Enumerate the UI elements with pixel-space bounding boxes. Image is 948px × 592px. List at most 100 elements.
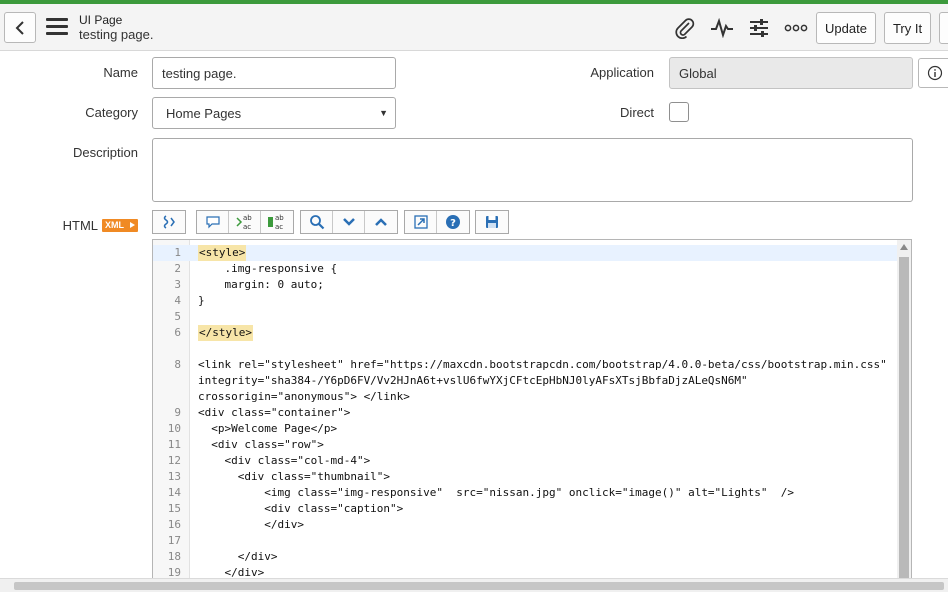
previous-icon[interactable] [365, 211, 397, 233]
code-text: margin: 0 auto; [198, 278, 324, 291]
line-number: 5 [174, 310, 181, 323]
line-number: 6 [174, 326, 181, 339]
code-line[interactable]: crossorigin="anonymous"> </link> [153, 389, 898, 405]
code-text: } [198, 294, 205, 307]
back-button[interactable] [4, 12, 36, 43]
line-number: 15 [167, 502, 181, 515]
save-icon[interactable] [476, 211, 508, 233]
info-icon [927, 65, 943, 81]
code-line[interactable]: 13 <div class="thumbnail"> [153, 469, 898, 485]
line-number: 17 [167, 534, 181, 547]
html-code-editor[interactable]: 1 <style> 2 .img-responsive {3 margin: 0 a… [152, 239, 912, 584]
code-line[interactable]: 6 </style> [153, 325, 898, 341]
code-text: </style> [198, 325, 253, 341]
code-line[interactable]: 4} [153, 293, 898, 309]
line-number: 10 [167, 422, 181, 435]
line-number: 1 [174, 246, 181, 259]
code-line[interactable]: 11 <div class="row"> [153, 437, 898, 453]
scroll-up-icon[interactable] [900, 244, 908, 250]
code-line[interactable]: 3 margin: 0 auto; [153, 277, 898, 293]
line-number: 12 [167, 454, 181, 467]
line-number: 13 [167, 470, 181, 483]
code-text: <div class="row"> [198, 438, 324, 451]
application-field: Global [669, 57, 913, 89]
line-number: 14 [167, 486, 181, 499]
more-icon[interactable] [783, 16, 809, 40]
format-code-icon[interactable] [153, 211, 185, 233]
description-label: Description [72, 145, 138, 160]
record-type-label: UI Page [79, 13, 123, 27]
category-select[interactable]: Home Pages ▼ [152, 97, 396, 129]
toolbar-group-edit: ab ac ab ac [196, 210, 294, 234]
code-line[interactable]: integrity="sha384-/Y6pD6FV/Vv2HJnA6t+vsl… [153, 373, 898, 389]
chevron-down-icon: ▼ [379, 108, 388, 118]
line-number: 11 [167, 438, 181, 451]
replace-icon[interactable]: ab ac [229, 211, 261, 233]
line-number: 18 [167, 550, 181, 563]
help-icon[interactable]: ? [437, 211, 469, 233]
svg-text:ab: ab [243, 214, 252, 222]
code-text: <div class="caption"> [198, 502, 404, 515]
line-number: 2 [174, 262, 181, 275]
overflow-button[interactable] [939, 12, 948, 44]
direct-checkbox[interactable] [669, 102, 689, 122]
svg-text:ab: ab [275, 214, 284, 222]
direct-label: Direct [620, 105, 654, 120]
svg-text:?: ? [450, 218, 456, 229]
form-header: UI Page testing page. Update Try It [0, 4, 948, 51]
search-icon[interactable] [301, 211, 333, 233]
fullscreen-icon[interactable] [405, 211, 437, 233]
line-number: 16 [167, 518, 181, 531]
xml-badge: XML [102, 219, 138, 232]
code-line[interactable]: 1 <style> [153, 245, 898, 261]
code-text: <div class="thumbnail"> [198, 470, 391, 483]
page-scroll-thumb[interactable] [14, 582, 944, 590]
svg-text:ac: ac [243, 223, 251, 231]
code-text: <div class="container"> [198, 406, 351, 419]
try-it-button[interactable]: Try It [884, 12, 931, 44]
code-text: <div class="col-md-4"> [198, 454, 371, 467]
code-line[interactable]: 5 [153, 309, 898, 325]
line-number: 4 [174, 294, 181, 307]
line-number: 8 [174, 358, 181, 371]
category-label: Category [85, 105, 138, 120]
code-line[interactable]: 17 [153, 533, 898, 549]
name-input[interactable]: testing page. [152, 57, 396, 89]
code-line[interactable]: 14 <img class="img-responsive" src="niss… [153, 485, 898, 501]
code-text: <style> [198, 245, 247, 261]
code-line[interactable] [153, 341, 898, 357]
category-select-value: Home Pages [166, 105, 242, 121]
line-number: 9 [174, 406, 181, 419]
code-line[interactable]: 9 <div class="container"> [153, 405, 898, 421]
toolbar-group-search [300, 210, 398, 234]
settings-sliders-icon[interactable] [746, 16, 772, 40]
code-line[interactable]: 2 .img-responsive { [153, 261, 898, 277]
code-text: <p>Welcome Page</p> [198, 422, 338, 435]
code-text: integrity="sha384-/Y6pD6FV/Vv2HJnA6t+vsl… [198, 374, 748, 387]
code-text: .img-responsive { [198, 262, 338, 275]
back-icon [15, 20, 24, 35]
next-icon[interactable] [333, 211, 365, 233]
code-line[interactable]: 15 <div class="caption"> [153, 501, 898, 517]
description-textarea[interactable] [152, 138, 913, 202]
editor-scrollbar[interactable] [897, 240, 911, 583]
application-label: Application [590, 65, 654, 80]
activity-icon[interactable] [709, 16, 735, 40]
toolbar-group-save [475, 210, 509, 234]
update-button[interactable]: Update [816, 12, 876, 44]
code-line[interactable]: 16 </div> [153, 517, 898, 533]
toolbar-group-view: ? [404, 210, 470, 234]
record-name-label: testing page. [79, 27, 154, 42]
paperclip-icon[interactable] [672, 16, 698, 40]
replace-all-icon[interactable]: ab ac [261, 211, 293, 233]
page-horizontal-scrollbar[interactable] [0, 578, 948, 592]
comment-icon[interactable] [197, 211, 229, 233]
editor-scroll-thumb[interactable] [899, 257, 909, 583]
code-lines: 1 <style> 2 .img-responsive {3 margin: 0 a… [153, 245, 898, 581]
code-line[interactable]: 18 </div> [153, 549, 898, 565]
menu-icon[interactable] [46, 18, 68, 36]
application-info-button[interactable] [918, 58, 948, 88]
code-line[interactable]: 10 <p>Welcome Page</p> [153, 421, 898, 437]
code-line[interactable]: 8 <link rel="stylesheet" href="https://ma… [153, 357, 898, 373]
code-line[interactable]: 12 <div class="col-md-4"> [153, 453, 898, 469]
